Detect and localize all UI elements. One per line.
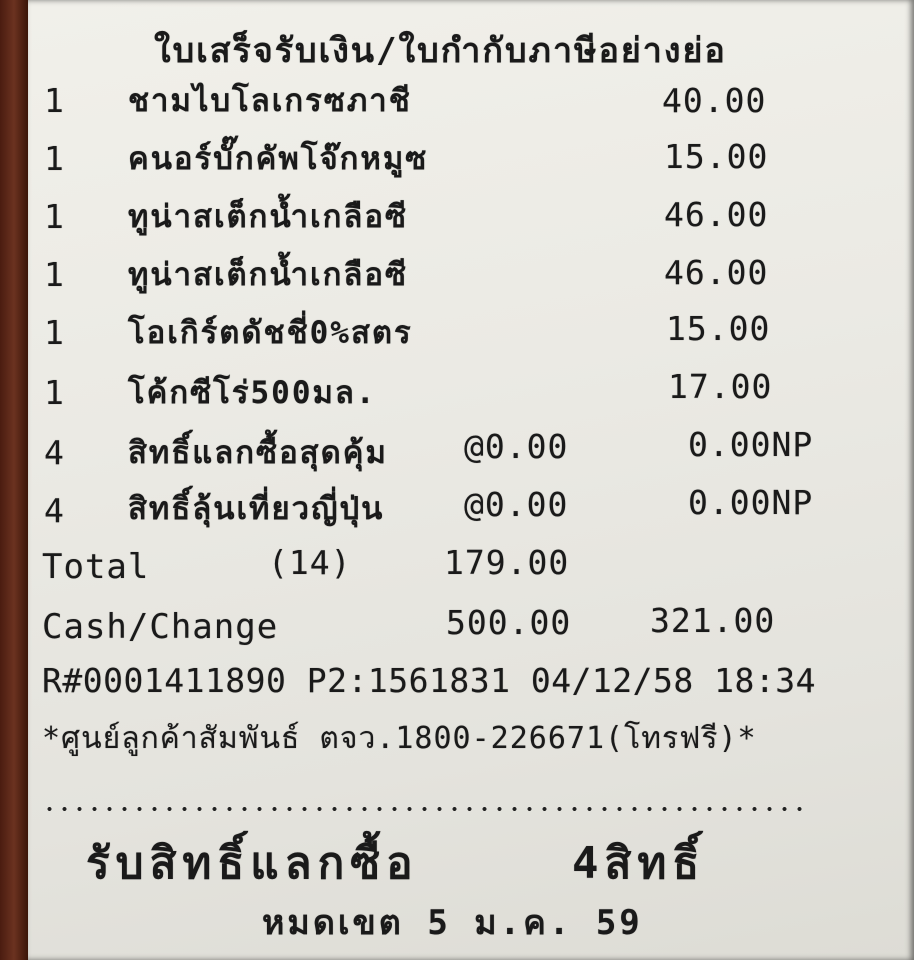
item-name: โอเกิร์ตดัชชี่0%สตร	[128, 315, 413, 351]
item-amount: 46.00	[664, 253, 769, 292]
item-qty: 1	[44, 139, 65, 178]
item-amount: 0.00NP	[688, 483, 814, 522]
cash-amount: 500.00	[446, 603, 572, 642]
total-amount: 179.00	[444, 543, 570, 582]
item-qty: 4	[44, 491, 65, 530]
dotted-divider	[42, 806, 812, 812]
total-count: (14)	[268, 543, 352, 582]
hotline-line: *ศูนย์ลูกค้าสัมพันธ์ ตจว.1800-226671(โทร…	[42, 721, 757, 756]
item-qty: 1	[44, 373, 65, 412]
item-name: ชามไบโลเกรซภาชี	[128, 83, 412, 119]
item-unit-price: @0.00	[464, 485, 569, 524]
receipt-title: ใบเสร็จรับเงิน/ใบกำกับภาษีอย่างย่อ	[154, 31, 727, 71]
promo-label: รับสิทธิ์แลกซื้อ	[86, 838, 419, 889]
item-name: คนอร์บั๊กคัพโจ๊กหมูซ	[128, 141, 429, 177]
item-unit-price: @0.00	[464, 427, 569, 466]
item-name: สิทธิ์แลกซื้อสุดคุ้ม	[128, 435, 388, 471]
item-qty: 1	[44, 255, 65, 294]
item-qty: 1	[44, 81, 65, 120]
item-name: โค้กซีโร่500มล.	[128, 375, 377, 411]
item-qty: 4	[44, 433, 65, 472]
receipt: ใบเสร็จรับเงิน/ใบกำกับภาษีอย่างย่อ 1 ชาม…	[28, 0, 914, 960]
item-amount: 15.00	[664, 137, 769, 176]
item-amount: 17.00	[668, 367, 773, 406]
item-name: สิทธิ์ลุ้นเที่ยวญี่ปุ่น	[128, 491, 385, 527]
receipt-paper: ใบเสร็จรับเงิน/ใบกำกับภาษีอย่างย่อ 1 ชาม…	[28, 0, 914, 960]
item-qty: 1	[44, 197, 65, 236]
cash-change-label: Cash/Change	[42, 607, 279, 647]
item-name: ทูน่าสเต็กน้ำเกลือซี	[128, 199, 409, 235]
change-amount: 321.00	[650, 601, 776, 640]
expiry-date: หมดเขต 5 ม.ค. 59	[262, 903, 643, 943]
item-amount: 0.00NP	[688, 425, 814, 464]
total-label: Total	[42, 547, 150, 587]
promo-count: 4สิทธิ์	[572, 838, 706, 889]
item-qty: 1	[44, 313, 65, 352]
photo: ใบเสร็จรับเงิน/ใบกำกับภาษีอย่างย่อ 1 ชาม…	[0, 0, 914, 960]
item-amount: 40.00	[662, 81, 767, 120]
item-amount: 15.00	[666, 309, 771, 348]
item-amount: 46.00	[664, 195, 769, 234]
receipt-number-line: R#0001411890 P2:1561831 04/12/58 18:34	[42, 661, 816, 700]
item-name: ทูน่าสเต็กน้ำเกลือซี	[128, 257, 409, 293]
